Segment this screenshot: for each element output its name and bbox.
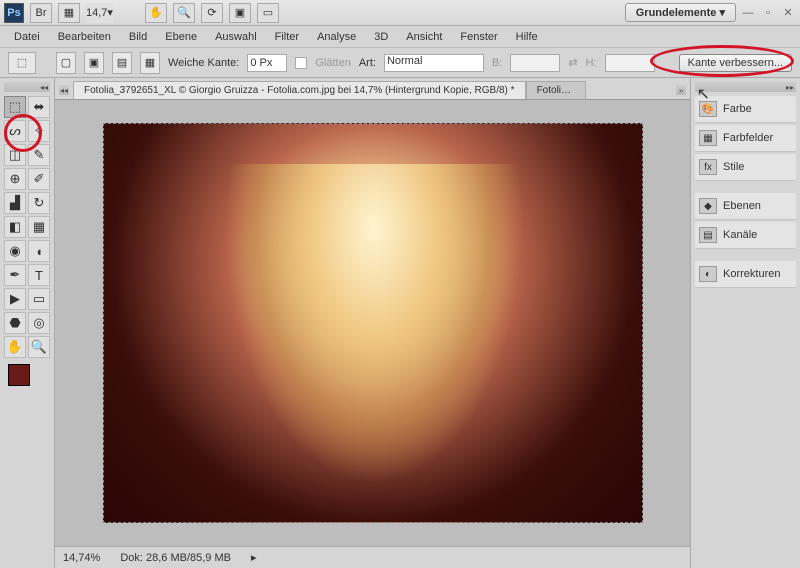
marquee-tool[interactable]: ⬚ [4, 96, 26, 118]
menu-filter[interactable]: Filter [275, 31, 299, 43]
styles-icon: fx [699, 159, 717, 175]
panel-stile[interactable]: fxStile [695, 154, 796, 181]
document-tab-active[interactable]: Fotolia_3792651_XL © Giorgio Gruizza - F… [73, 81, 526, 99]
zoom-dropdown[interactable]: 14,7 ▾ [86, 3, 113, 23]
menu-auswahl[interactable]: Auswahl [215, 31, 257, 43]
minimize-icon[interactable]: — [740, 5, 756, 21]
panels-collapse[interactable]: ▸▸ [695, 82, 796, 92]
selection-new[interactable]: ▢ [56, 52, 76, 74]
panels-dock: ▸▸ 🎨Farbe ▦Farbfelder fxStile ◆Ebenen ▤K… [690, 78, 800, 568]
menu-datei[interactable]: Datei [14, 31, 40, 43]
weichekante-label: Weiche Kante: [168, 57, 239, 69]
maximize-icon[interactable]: ▫ [760, 5, 776, 21]
magic-wand-tool[interactable]: ✧ [28, 120, 50, 142]
menu-bearbeiten[interactable]: Bearbeiten [58, 31, 111, 43]
type-tool[interactable]: T [28, 264, 50, 286]
canvas[interactable] [55, 100, 690, 546]
healing-tool[interactable]: ⊕ [4, 168, 26, 190]
3d-tool[interactable]: ⬣ [4, 312, 26, 334]
toolbox-collapse[interactable]: ◂◂ [4, 82, 50, 92]
zoom-tool-top[interactable]: 🔍 [173, 3, 195, 23]
bridge-button[interactable]: Br [30, 3, 52, 23]
panel-farbfelder[interactable]: ▦Farbfelder [695, 125, 796, 152]
glaetten-checkbox[interactable] [295, 57, 307, 69]
tabrow-more[interactable]: » [676, 85, 686, 95]
brush-tool[interactable]: ✐ [28, 168, 50, 190]
refine-edge-button[interactable]: Kante verbessern... [679, 54, 792, 72]
menu-ebene[interactable]: Ebene [165, 31, 197, 43]
rotate-view-top[interactable]: ⟳ [201, 3, 223, 23]
image-content [103, 123, 643, 523]
menu-analyse[interactable]: Analyse [317, 31, 356, 43]
layers-icon: ◆ [699, 198, 717, 214]
gradient-tool[interactable]: ▦ [28, 216, 50, 238]
shape-tool[interactable]: ▭ [28, 288, 50, 310]
options-bar: ⬚ ▢ ▣ ▤ ▦ Weiche Kante: Glätten Art: Nor… [0, 48, 800, 78]
dodge-tool[interactable]: ◖ [28, 240, 50, 262]
close-icon[interactable]: ✕ [780, 5, 796, 21]
b-label: B: [492, 57, 502, 69]
move-tool[interactable]: ⬌ [28, 96, 50, 118]
history-brush-tool[interactable]: ↻ [28, 192, 50, 214]
panel-korrekturen[interactable]: ◐Korrekturen [695, 261, 796, 288]
screenmode-top[interactable]: ▭ [257, 3, 279, 23]
arrange-top[interactable]: ▣ [229, 3, 251, 23]
weichekante-input[interactable] [247, 54, 287, 72]
menu-bild[interactable]: Bild [129, 31, 147, 43]
panel-kanaele[interactable]: ▤Kanäle [695, 222, 796, 249]
menu-hilfe[interactable]: Hilfe [516, 31, 538, 43]
lasso-tool[interactable]: ᔕ [4, 120, 26, 142]
stamp-tool[interactable]: ▟ [4, 192, 26, 214]
3d-camera-tool[interactable]: ◎ [28, 312, 50, 334]
status-arrow[interactable]: ▸ [251, 551, 257, 564]
panel-farbe[interactable]: 🎨Farbe [695, 96, 796, 123]
adjustments-icon: ◐ [699, 266, 717, 282]
status-doksize[interactable]: Dok: 28,6 MB/85,9 MB [120, 552, 231, 564]
menu-ansicht[interactable]: Ansicht [406, 31, 442, 43]
menu-3d[interactable]: 3D [374, 31, 388, 43]
status-zoom[interactable]: 14,74% [63, 552, 100, 564]
marquee-preset[interactable]: ⬚ [8, 52, 36, 74]
ps-logo: Ps [4, 3, 24, 23]
crop-tool[interactable]: ◫ [4, 144, 26, 166]
art-select[interactable]: Normal [384, 54, 484, 72]
blur-tool[interactable]: ◉ [4, 240, 26, 262]
swatches-icon: ▦ [699, 130, 717, 146]
zoom-tool[interactable]: 🔍 [28, 336, 50, 358]
swap-wh-icon: ⇄ [568, 56, 577, 69]
panel-ebenen[interactable]: ◆Ebenen [695, 193, 796, 220]
mb-button[interactable]: ▦ [58, 3, 80, 23]
art-label: Art: [359, 57, 376, 69]
b-field [510, 54, 560, 72]
toolbox: ◂◂ ⬚ ⬌ ᔕ ✧ ◫ ✎ ⊕ ✐ ▟ ↻ ◧ ▦ ◉ ◖ ✒ T ▶ ▭ ⬣… [0, 78, 55, 568]
selection-add[interactable]: ▣ [84, 52, 104, 74]
glaetten-label: Glätten [315, 57, 350, 69]
selection-intersect[interactable]: ▦ [140, 52, 160, 74]
menu-bar: Datei Bearbeiten Bild Ebene Auswahl Filt… [0, 26, 800, 48]
path-select-tool[interactable]: ▶ [4, 288, 26, 310]
pen-tool[interactable]: ✒ [4, 264, 26, 286]
eyedropper-tool[interactable]: ✎ [28, 144, 50, 166]
palette-icon: 🎨 [699, 101, 717, 117]
hand-tool[interactable]: ✋ [4, 336, 26, 358]
channels-icon: ▤ [699, 227, 717, 243]
workspace-switcher[interactable]: Grundelemente ▾ [625, 3, 736, 22]
menu-fenster[interactable]: Fenster [460, 31, 497, 43]
h-field [605, 54, 655, 72]
eraser-tool[interactable]: ◧ [4, 216, 26, 238]
selection-sub[interactable]: ▤ [112, 52, 132, 74]
tabrow-handle[interactable]: ◂◂ [59, 85, 69, 95]
foreground-swatch[interactable] [8, 364, 30, 386]
hand-tool-top[interactable]: ✋ [145, 3, 167, 23]
h-label: H: [586, 57, 597, 69]
document-tab-inactive[interactable]: Fotolia_3 [526, 81, 586, 99]
